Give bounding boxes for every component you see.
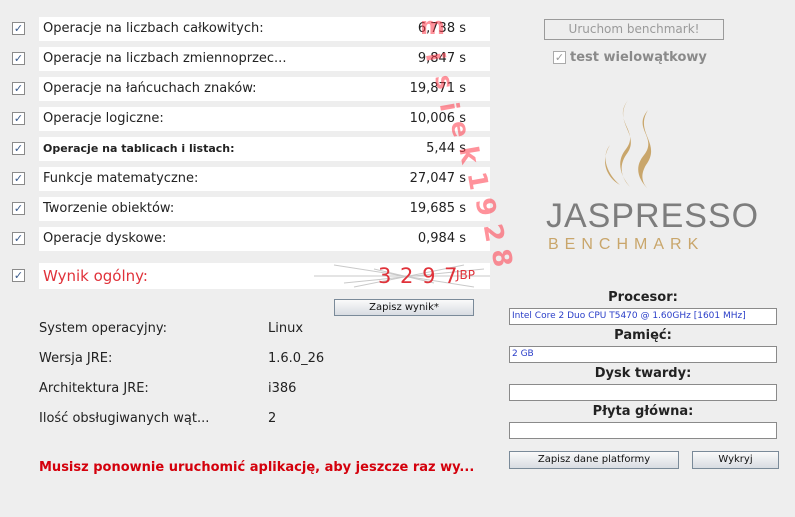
jre-arch-value: i386 xyxy=(268,381,297,396)
cpu-label: Procesor: xyxy=(608,290,678,305)
os-value: Linux xyxy=(268,321,304,336)
logo-title: JASPRESSO xyxy=(546,197,760,235)
test-checkbox[interactable]: ✓ xyxy=(12,202,25,215)
cpu-field[interactable]: Intel Core 2 Duo CPU T5470 @ 1.60GHz [16… xyxy=(509,308,777,325)
test-checkbox[interactable]: ✓ xyxy=(12,52,25,65)
test-label: Operacje na liczbach całkowitych: xyxy=(39,17,318,41)
watermark-char: 9 xyxy=(468,195,502,219)
test-row: ✓ Operacje na tablicach i listach: 5,44 s xyxy=(8,137,492,161)
overall-score-label: Wynik ogólny: xyxy=(39,263,318,289)
jre-arch-label: Architektura JRE: xyxy=(39,381,149,396)
score-checkbox[interactable]: ✓ xyxy=(12,269,25,282)
test-label: Operacje na łańcuchach znaków: xyxy=(39,77,318,101)
watermark-char: 8 xyxy=(484,246,518,270)
watermark-char: m xyxy=(420,12,446,40)
ram-field[interactable]: 2 GB xyxy=(509,346,777,363)
detect-button[interactable]: Wykryj xyxy=(692,451,779,469)
save-platform-button[interactable]: Zapisz dane platformy xyxy=(509,451,679,469)
threads-value: 2 xyxy=(268,411,277,426)
test-checkbox[interactable]: ✓ xyxy=(12,232,25,245)
restart-warning: Musisz ponownie uruchomić aplikację, aby… xyxy=(39,460,475,475)
test-label: Funkcje matematyczne: xyxy=(39,167,318,191)
test-row: ✓ Tworzenie obiektów: 19,685 s xyxy=(8,197,492,221)
test-label: Tworzenie obiektów: xyxy=(39,197,318,221)
jre-version-value: 1.6.0_26 xyxy=(268,351,325,366)
os-label: System operacyjny: xyxy=(39,321,167,336)
test-row: ✓ Operacje dyskowe: 0,984 s xyxy=(8,227,492,251)
test-checkbox[interactable]: ✓ xyxy=(12,142,25,155)
overall-score-unit: JBP xyxy=(456,268,476,282)
save-result-button[interactable]: Zapisz wynik* xyxy=(334,299,474,316)
test-time: 19,871 s xyxy=(314,77,490,101)
test-time: 19,685 s xyxy=(314,197,490,221)
overall-score-row: ✓ Wynik ogólny: 3 2 9 7 JBP xyxy=(8,263,492,289)
multithread-label: test wielowątkowy xyxy=(570,50,707,65)
watermark-char: k xyxy=(452,143,485,167)
mainboard-label: Płyta główna: xyxy=(592,404,694,419)
ram-label: Pamięć: xyxy=(614,328,672,343)
test-label: Operacje na tablicach i listach: xyxy=(39,137,318,161)
test-row: ✓ Operacje na łańcuchach znaków: 19,871 s xyxy=(8,77,492,101)
test-checkbox[interactable]: ✓ xyxy=(12,172,25,185)
test-time: 0,984 s xyxy=(314,227,490,251)
test-row: ✓ Funkcje matematyczne: 27,047 s xyxy=(8,167,492,191)
threads-label: Ilość obsługiwanych wąt... xyxy=(39,411,210,426)
overall-score-value-box: 3 2 9 7 JBP xyxy=(314,263,490,289)
test-time: 9,847 s xyxy=(314,47,490,71)
jre-version-label: Wersja JRE: xyxy=(39,351,113,366)
test-checkbox[interactable]: ✓ xyxy=(12,82,25,95)
mainboard-field[interactable] xyxy=(509,422,777,439)
steam-icon xyxy=(605,100,652,189)
test-checkbox[interactable]: ✓ xyxy=(12,22,25,35)
test-row: ✓ Operacje logiczne: 10,006 s xyxy=(8,107,492,131)
test-time: 6,738 s xyxy=(314,17,490,41)
test-label: Operacje logiczne: xyxy=(39,107,318,131)
test-checkbox[interactable]: ✓ xyxy=(12,112,25,125)
disk-label: Dysk twardy: xyxy=(594,366,692,381)
disk-field[interactable] xyxy=(509,384,777,401)
test-label: Operacje dyskowe: xyxy=(39,227,318,251)
multithread-checkbox[interactable]: ✓ xyxy=(553,51,566,64)
test-label: Operacje na liczbach zmiennoprzec... xyxy=(39,47,318,71)
overall-score-value: 3 2 9 7 xyxy=(378,264,459,288)
logo-subtitle: BENCHMARK xyxy=(548,236,705,253)
watermark-char: 2 xyxy=(476,221,510,245)
run-benchmark-button[interactable]: Uruchom benchmark! xyxy=(544,19,724,40)
